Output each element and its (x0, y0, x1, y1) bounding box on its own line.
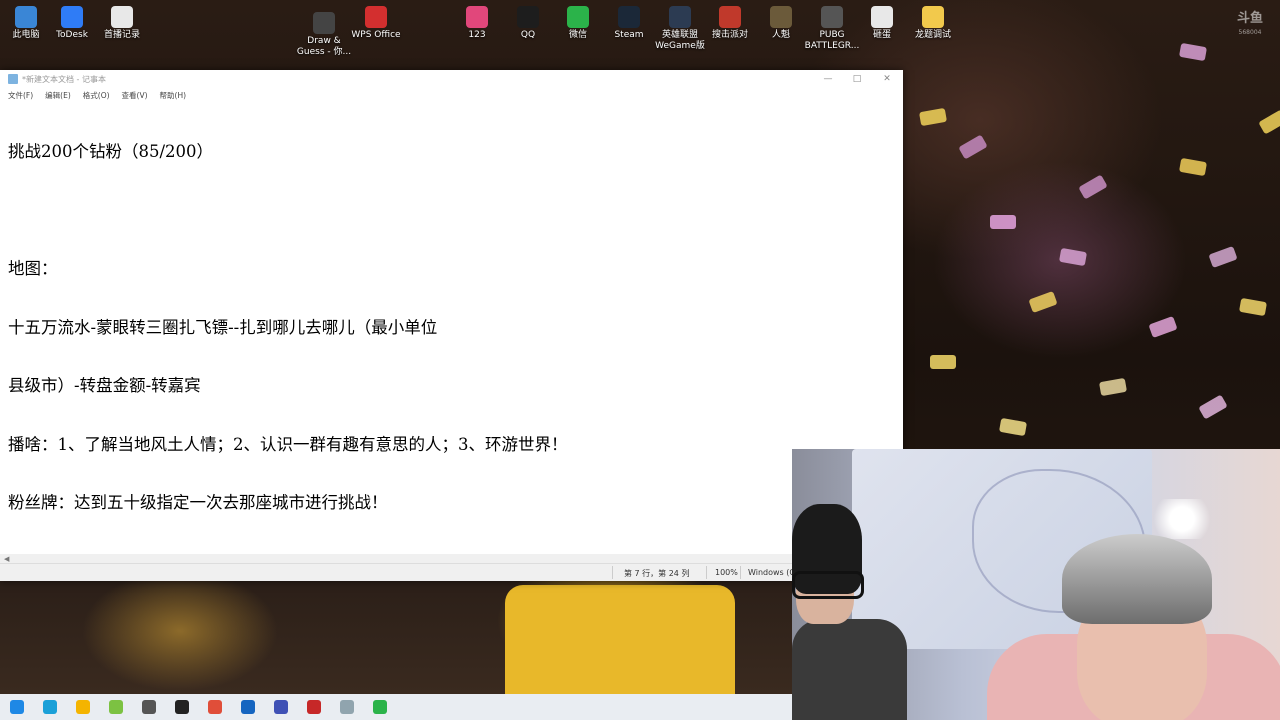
text-line (8, 201, 891, 221)
steam-icon (618, 6, 640, 28)
menu-format[interactable]: 格式(O) (83, 90, 110, 101)
taskbar-button[interactable] (132, 694, 165, 720)
webcam-feed (792, 449, 1280, 720)
draw-guess-icon (313, 12, 335, 34)
streamer-left-body (792, 619, 907, 720)
taskbar-button[interactable] (330, 694, 363, 720)
taskbar-button[interactable] (231, 694, 264, 720)
menu-edit[interactable]: 编辑(E) (45, 90, 71, 101)
notepad-icon (8, 74, 18, 84)
pubg-icon (821, 6, 843, 28)
folder-image-icon (466, 6, 488, 28)
desktop-shortcut-label: 龙题调试 (914, 30, 951, 40)
app-arrow-icon (306, 700, 321, 714)
desktop-shortcut-label: WPS Office (351, 30, 401, 40)
document-icon (111, 6, 133, 28)
notepad-title: *新建文本文档 - 记事本 (22, 74, 106, 84)
windows-start-icon (9, 700, 24, 714)
glasses (792, 571, 864, 599)
menu-help[interactable]: 帮助(H) (160, 90, 187, 101)
taskbar-button[interactable] (297, 694, 330, 720)
streamer-right-hair (1062, 534, 1212, 624)
taskbar-button[interactable] (165, 694, 198, 720)
video-icon (240, 700, 255, 714)
status-divider (706, 566, 707, 579)
desktop-shortcut[interactable]: Draw & Guess - 你... (294, 12, 354, 58)
league-icon (669, 6, 691, 28)
folder-icon (922, 6, 944, 28)
confetti-piece (990, 215, 1016, 229)
wps-icon (365, 6, 387, 28)
menu-view[interactable]: 查看(V) (122, 90, 148, 101)
app-red-icon (207, 700, 222, 714)
confetti-piece (930, 355, 956, 369)
todesk-icon (61, 6, 83, 28)
qq-icon (517, 6, 539, 28)
taskbar-button[interactable] (99, 694, 132, 720)
taskbar-button[interactable] (0, 694, 33, 720)
taskbar (0, 694, 792, 720)
status-bar: 第 7 行，第 24 列 100% Windows (C (0, 563, 903, 581)
zoom-level: 100% (715, 568, 738, 577)
desktop-shortcut-label: 首播记录 (103, 30, 140, 40)
taskbar-button[interactable] (264, 694, 297, 720)
text-line: 播啥：1、了解当地风土人情；2、认识一群有趣有意思的人；3、环游世界！ (8, 434, 568, 454)
notepad-text-area[interactable]: 挑战200个钻粉（85/200） 地图： 十五万流水-蒙眼转三圈扎飞镖--扎到哪… (8, 103, 891, 552)
status-divider (740, 566, 741, 579)
file-explorer-icon (75, 700, 90, 714)
text-line: 粉丝牌：达到五十级指定一次去那座城市进行挑战！ (8, 493, 388, 512)
wechat-icon (567, 6, 589, 28)
desktop-shortcut[interactable]: 龙题调试 (903, 6, 963, 41)
douyu-watermark: 斗鱼 568004 (1236, 11, 1263, 37)
wallpaper-jersey (505, 585, 735, 695)
desktop-shortcut[interactable]: WPS Office (346, 6, 406, 41)
desktop-shortcut-label: Draw & Guess - 你... (296, 36, 352, 57)
notepad-menubar: 文件(F) 编辑(E) 格式(O) 查看(V) 帮助(H) (0, 88, 903, 102)
settings-icon (141, 700, 156, 714)
party-icon (719, 6, 741, 28)
line-ending: Windows (C (748, 568, 795, 577)
desktop-shortcut[interactable]: 首播记录 (92, 6, 152, 41)
menu-file[interactable]: 文件(F) (8, 90, 33, 101)
flower-decoration (1147, 499, 1217, 539)
close-icon[interactable]: ✕ (876, 72, 898, 86)
taskbar-button[interactable] (363, 694, 396, 720)
text-line: 地图： (8, 259, 58, 278)
notepad-titlebar[interactable]: *新建文本文档 - 记事本 — □ ✕ (0, 70, 903, 88)
wechat-icon (372, 700, 387, 714)
text-line: 挑战200个钻粉（85/200） (8, 142, 214, 161)
status-divider (612, 566, 613, 579)
taskbar-button[interactable] (66, 694, 99, 720)
document-icon (871, 6, 893, 28)
text-line: 县级市）-转盘金额-转嘉宾 (8, 376, 201, 395)
taskbar-button[interactable] (33, 694, 66, 720)
edge-icon (42, 700, 57, 714)
game-icon (770, 6, 792, 28)
minimize-icon[interactable]: — (817, 72, 839, 86)
taskbar-button[interactable] (198, 694, 231, 720)
app-k-icon (273, 700, 288, 714)
cursor-position: 第 7 行，第 24 列 (624, 569, 690, 578)
text-line: 十五万流水-蒙眼转三圈扎飞镖--扎到哪儿去哪儿（最小单位 (8, 317, 438, 337)
notepad-window[interactable]: *新建文本文档 - 记事本 — □ ✕ 文件(F) 编辑(E) 格式(O) 查看… (0, 70, 903, 581)
maximize-icon[interactable]: □ (846, 72, 868, 86)
obs-icon (174, 700, 189, 714)
app-tablet-icon (339, 700, 354, 714)
computer-icon (15, 6, 37, 28)
app-green-icon (108, 700, 123, 714)
